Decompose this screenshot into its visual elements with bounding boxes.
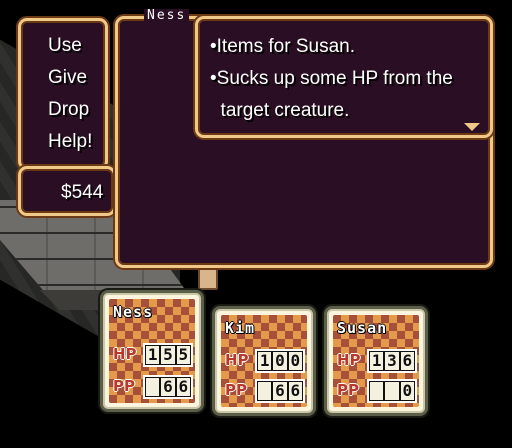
character-name: Ness (113, 303, 154, 321)
inventory-owner-name: Ness (144, 9, 190, 23)
pp-label: PP (337, 381, 359, 399)
pp-label: PP (113, 377, 135, 395)
pp-digit: 6 (288, 381, 302, 400)
hp-digit: 5 (176, 345, 190, 364)
party-card-ness[interactable]: Ness HP 1 5 5 PP 6 6 (100, 290, 204, 412)
card-pattern: Kim HP 1 0 0 PP 6 6 (221, 315, 307, 407)
pp-digit: 6 (161, 377, 175, 396)
pp-rolling-meter: 6 6 (255, 379, 305, 403)
description-line: target creature. (210, 100, 350, 121)
party-card-kim[interactable]: Kim HP 1 0 0 PP 6 6 (212, 306, 316, 416)
pp-digit: 6 (273, 381, 287, 400)
character-name: Kim (225, 319, 256, 337)
pp-digit: 0 (400, 381, 414, 400)
pp-digit (146, 378, 160, 396)
description-line: •Items for Susan. (210, 36, 355, 57)
character-name: Susan (337, 319, 388, 337)
menu-item-help[interactable]: Help! (48, 126, 92, 158)
hp-label: HP (225, 351, 249, 369)
hp-digit: 3 (385, 351, 399, 370)
menu-item-drop[interactable]: Drop (48, 94, 89, 126)
hp-digit: 1 (258, 351, 272, 370)
pp-digit (370, 382, 384, 400)
hp-rolling-meter: 1 5 5 (143, 343, 193, 367)
party-card-susan[interactable]: Susan HP 1 3 6 PP 0 (324, 306, 428, 416)
menu-item-give[interactable]: Give (48, 62, 87, 94)
pp-rolling-meter: 0 (367, 379, 417, 403)
command-menu: Use Give Drop Help! (18, 18, 108, 170)
pp-label: PP (225, 381, 247, 399)
pp-digit (385, 382, 399, 400)
character-sprite (198, 266, 218, 290)
money-amount: $544 (61, 182, 104, 203)
hp-label: HP (337, 351, 361, 369)
hp-rolling-meter: 1 0 0 (255, 349, 305, 373)
hp-digit: 1 (146, 345, 160, 364)
card-pattern: Ness HP 1 5 5 PP 6 6 (109, 299, 195, 403)
hp-digit: 1 (370, 351, 384, 370)
hp-rolling-meter: 1 3 6 (367, 349, 417, 373)
more-text-arrow-icon[interactable] (464, 123, 480, 131)
pp-digit: 6 (176, 377, 190, 396)
hp-digit: 6 (400, 351, 414, 370)
pp-digit (258, 382, 272, 400)
item-description-window: •Items for Susan. •Sucks up some HP from… (195, 16, 493, 138)
hp-digit: 5 (161, 345, 175, 364)
hp-digit: 0 (273, 351, 287, 370)
description-line: •Sucks up some HP from the (210, 68, 453, 89)
hp-digit: 0 (288, 351, 302, 370)
card-pattern: Susan HP 1 3 6 PP 0 (333, 315, 419, 407)
pp-rolling-meter: 6 6 (143, 375, 193, 399)
hp-label: HP (113, 345, 137, 363)
menu-item-use[interactable]: Use (48, 30, 82, 62)
money-window: $544 (18, 166, 116, 216)
